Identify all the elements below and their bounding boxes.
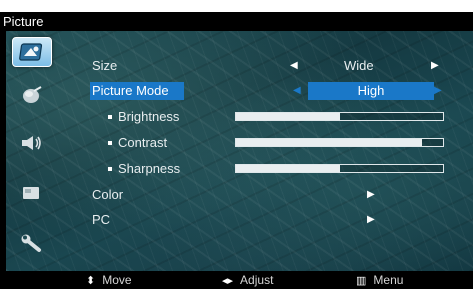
contrast-label: Contrast	[108, 134, 167, 152]
pc-enter-arrow-icon[interactable]: ▶	[367, 211, 375, 229]
brightness-label-text: Brightness	[118, 109, 180, 124]
bullet-icon	[108, 114, 112, 119]
picture-mode-left-arrow-icon[interactable]: ◀	[293, 82, 301, 100]
menu-panel: High Size ◀ Wide ▶ Picture Mode ◀ ▶ Brig…	[6, 31, 473, 271]
sharpness-slider-fill	[236, 165, 340, 172]
menu-button-icon: ▥	[356, 275, 367, 287]
adjust-hint-text: Adjust	[240, 273, 274, 287]
adjust-hint: ◂▸ Adjust	[222, 271, 273, 289]
up-down-icon: ⬍	[86, 275, 96, 287]
brightness-slider-fill	[236, 113, 340, 120]
pc-label: PC	[92, 212, 111, 227]
help-bar: ⬍ Move ◂▸ Adjust ▥ Menu	[0, 271, 473, 289]
size-row[interactable]: Size	[86, 57, 456, 75]
brightness-label: Brightness	[108, 108, 179, 126]
sound-icon[interactable]	[12, 81, 50, 109]
bullet-icon	[108, 166, 112, 171]
move-hint: ⬍ Move	[86, 271, 132, 289]
pc-row[interactable]: PC	[86, 211, 456, 229]
color-row[interactable]: Color	[86, 186, 456, 204]
size-right-arrow-icon[interactable]: ▶	[431, 57, 439, 75]
menu-title: Picture	[3, 14, 44, 29]
color-enter-arrow-icon[interactable]: ▶	[367, 186, 375, 204]
size-left-arrow-icon[interactable]: ◀	[290, 57, 298, 75]
move-hint-text: Move	[102, 273, 132, 287]
picture-mode-label: Picture Mode	[92, 83, 169, 98]
title-bar: Picture	[0, 12, 473, 31]
sharpness-slider[interactable]	[235, 164, 444, 173]
picture-mode-row[interactable]: Picture Mode	[86, 82, 456, 100]
size-label: Size	[92, 58, 118, 73]
sharpness-label: Sharpness	[108, 160, 180, 178]
contrast-label-text: Contrast	[118, 135, 168, 150]
setup-wrench-icon[interactable]	[12, 229, 50, 257]
contrast-slider[interactable]	[235, 138, 444, 147]
channel-icon[interactable]	[12, 179, 50, 207]
picture-mode-right-arrow-icon[interactable]: ▶	[434, 82, 442, 100]
size-value: Wide	[344, 58, 374, 73]
osd-menu: Picture High Size ◀ Wide ▶ Picture Mode …	[0, 0, 473, 289]
brightness-slider[interactable]	[235, 112, 444, 121]
menu-hint: ▥ Menu	[356, 271, 403, 289]
color-label: Color	[92, 187, 124, 202]
sharpness-label-text: Sharpness	[118, 161, 181, 176]
menu-hint-text: Menu	[373, 273, 404, 287]
picture-icon[interactable]	[12, 37, 52, 67]
bullet-icon	[108, 140, 112, 145]
contrast-slider-fill	[236, 139, 423, 146]
speaker-icon[interactable]	[12, 129, 50, 157]
left-right-icon: ◂▸	[222, 275, 234, 287]
